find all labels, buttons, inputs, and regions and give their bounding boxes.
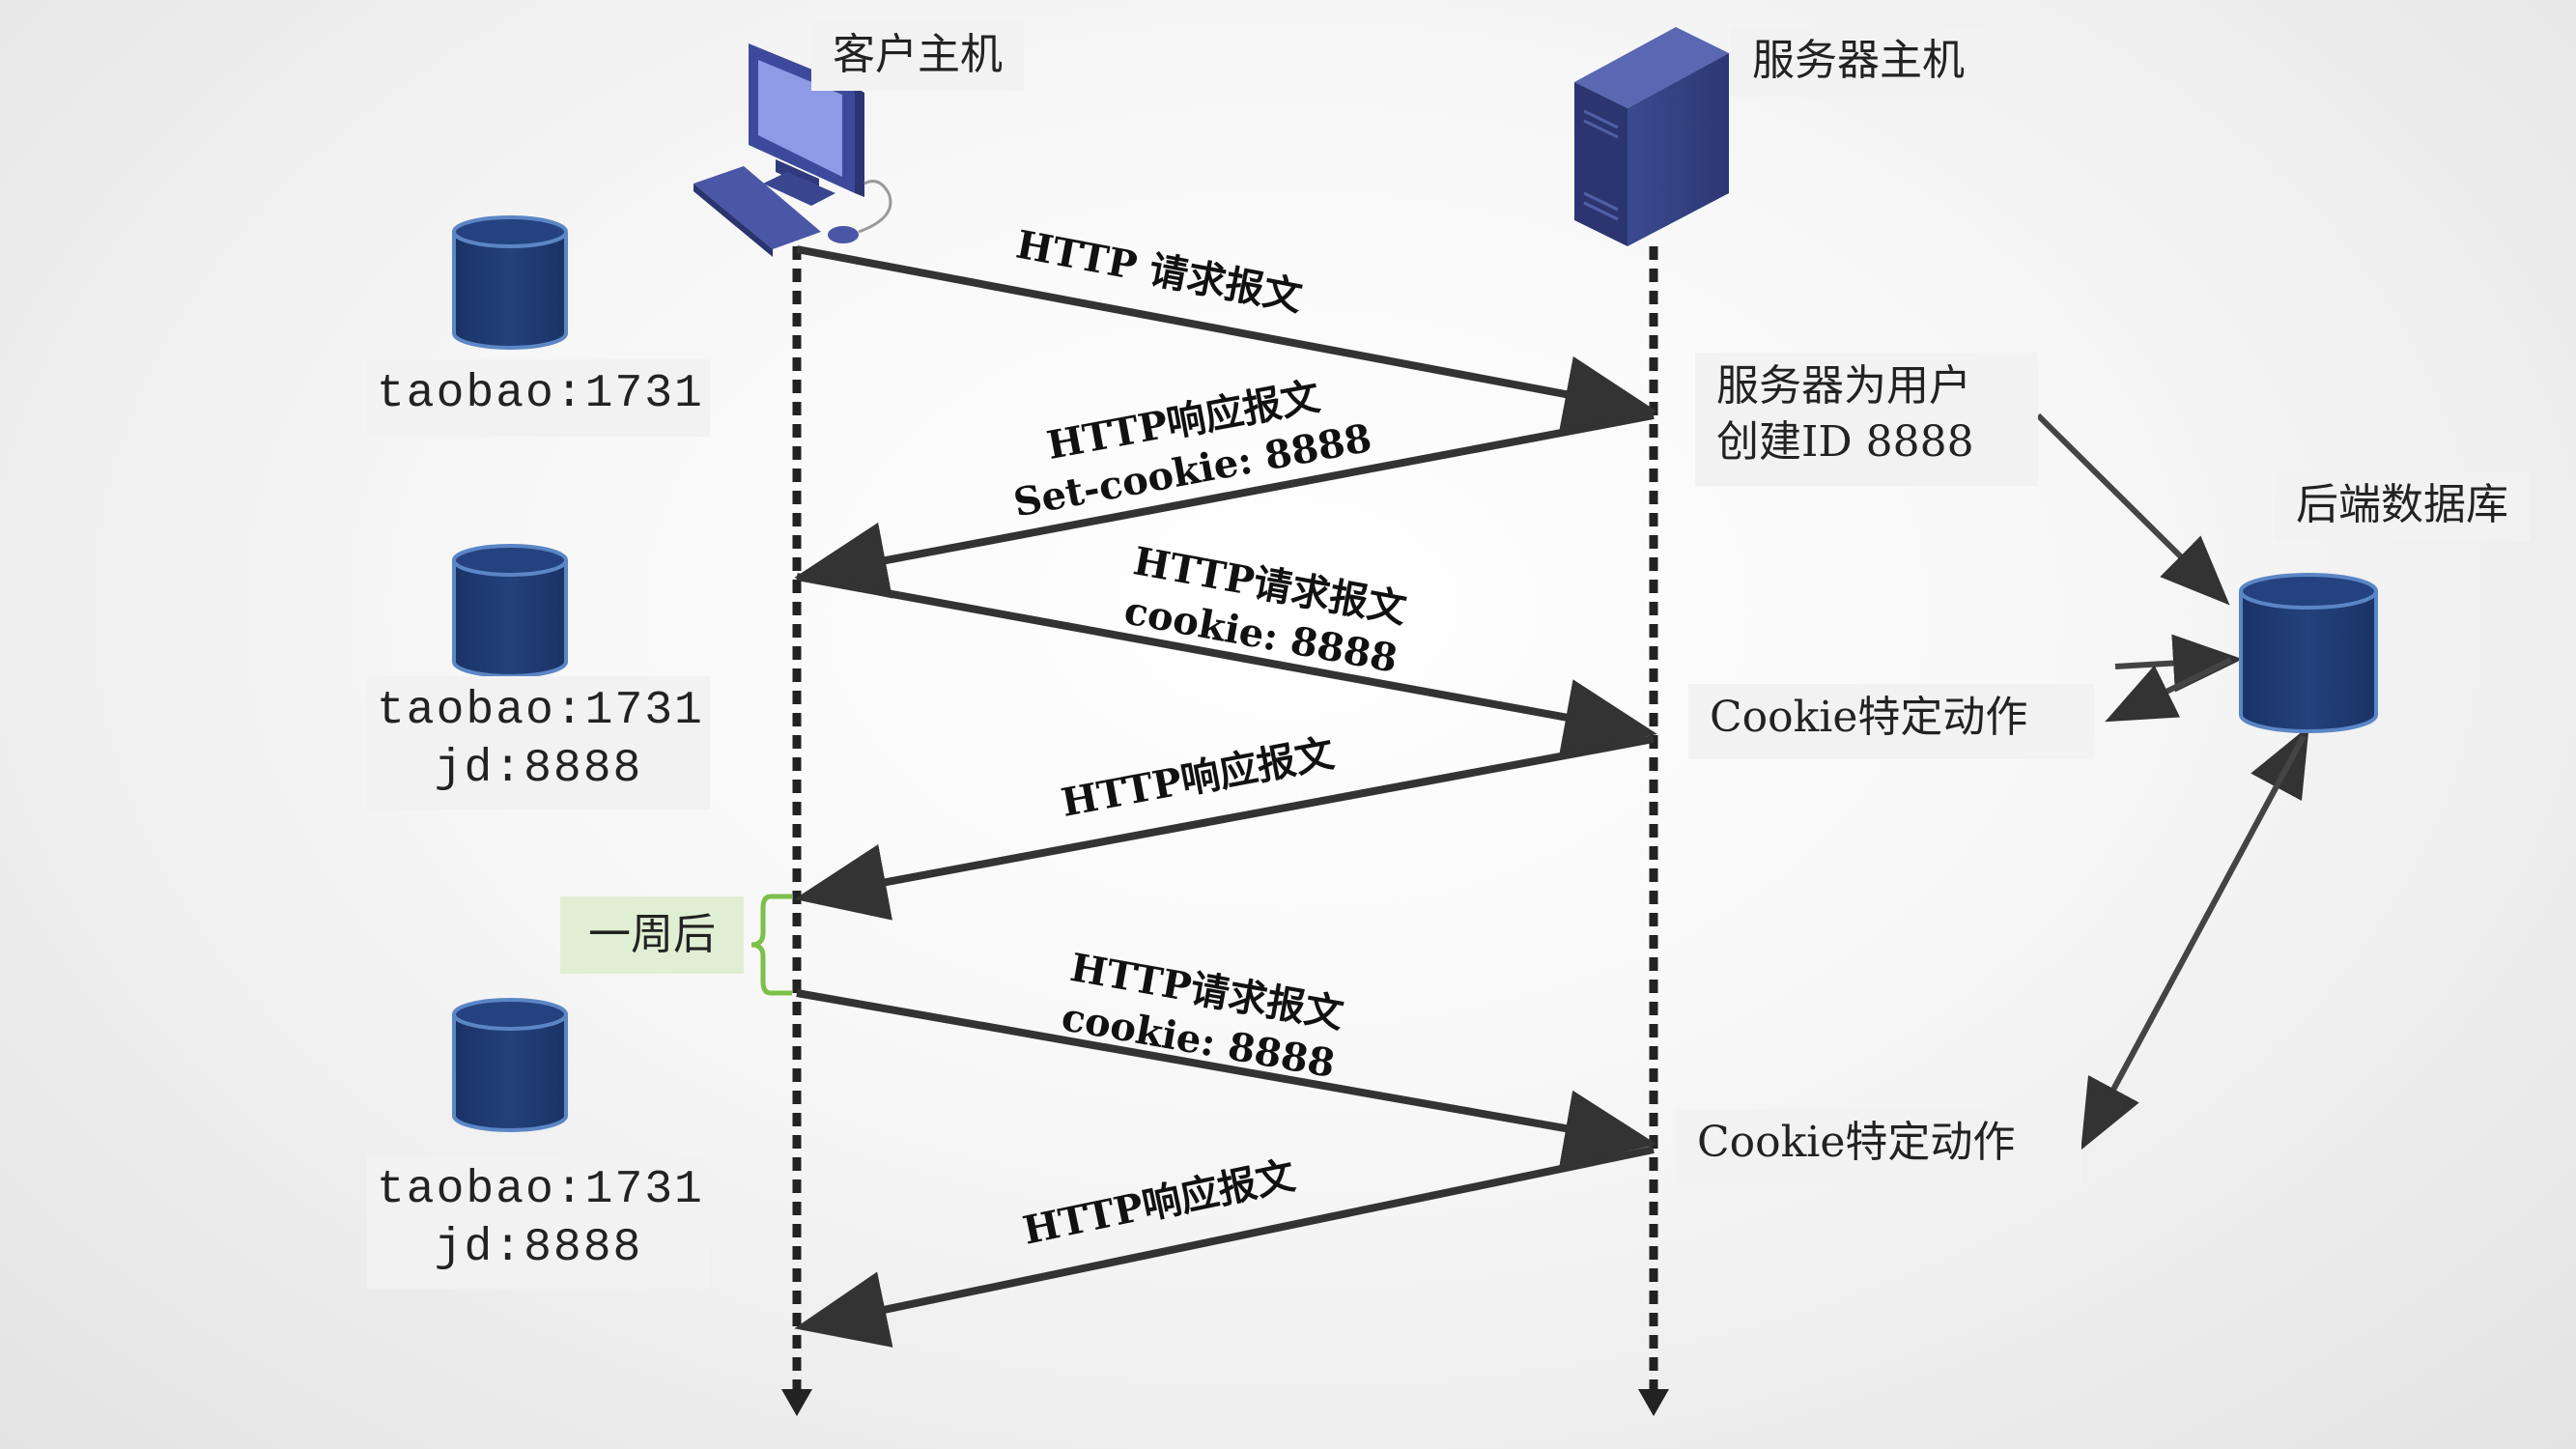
database-icon — [452, 998, 568, 1132]
week-brace — [750, 894, 792, 996]
client-lifeline — [781, 246, 812, 1416]
arrow-action2-db-b — [2081, 734, 2307, 1151]
cookie-action-note-2: Cookie特定动作 — [1676, 1109, 2081, 1184]
cookie-store-2: taobao:1731 jd:8888 — [367, 676, 710, 810]
database-arrows — [2035, 412, 2309, 1151]
server-lifeline — [1638, 246, 1669, 1416]
arrow-create-to-db — [2035, 412, 2230, 606]
server-title: 服务器主机 — [1731, 27, 1986, 97]
week-later-label: 一周后 — [560, 896, 744, 974]
cookie-action-note-1: Cookie特定动作 — [1688, 684, 2094, 759]
server-icon — [1574, 27, 1729, 246]
database-icon — [2239, 573, 2378, 733]
database-title: 后端数据库 — [2275, 471, 2530, 541]
database-icon — [452, 215, 568, 350]
cookie-store-1: taobao:1731 — [367, 359, 710, 437]
cookie-store-3: taobao:1731 jd:8888 — [367, 1155, 710, 1289]
server-create-id-note: 服务器为用户 创建ID 8888 — [1695, 353, 2038, 486]
database-icon — [452, 544, 568, 678]
client-title: 客户主机 — [811, 21, 1024, 91]
